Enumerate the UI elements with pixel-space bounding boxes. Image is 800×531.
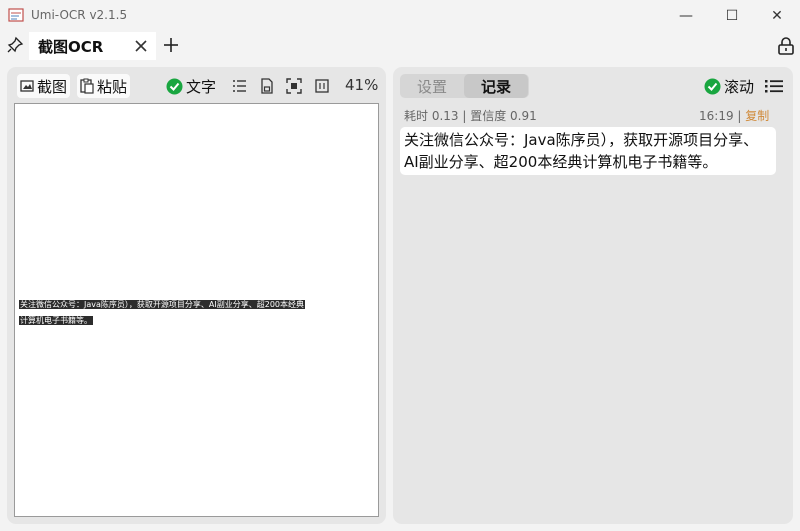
close-icon: ✕ bbox=[771, 8, 783, 24]
text-toggle-label: 文字 bbox=[186, 77, 217, 96]
window-title: Umi-OCR v2.1.5 bbox=[31, 8, 128, 22]
result-tab-switch: 设置 记录 bbox=[400, 74, 529, 98]
minimize-button[interactable]: — bbox=[663, 0, 709, 32]
pin-icon[interactable] bbox=[6, 36, 24, 54]
tab-settings[interactable]: 设置 bbox=[400, 74, 464, 98]
ocr-result-text[interactable]: 关注微信公众号：Java陈序员），获取开源项目分享、AI副业分享、超200本经典… bbox=[400, 127, 776, 175]
minimize-icon: — bbox=[679, 8, 693, 24]
paste-icon bbox=[80, 78, 94, 94]
image-toolbar: 截图 粘贴 文字 41% bbox=[7, 67, 386, 103]
zoom-level: 41% bbox=[345, 76, 379, 94]
copy-link[interactable]: 复制 bbox=[745, 109, 769, 123]
menu-icon[interactable] bbox=[764, 77, 784, 95]
record-separator: | bbox=[737, 109, 742, 123]
actual-size-icon[interactable] bbox=[313, 77, 331, 95]
check-icon bbox=[166, 78, 183, 94]
auto-scroll-label: 滚动 bbox=[724, 77, 755, 96]
image-panel: 截图 粘贴 文字 41% 关注微信公众号：Java陈序员），获取开源项目分享、A… bbox=[7, 67, 386, 524]
add-tab-icon[interactable] bbox=[162, 36, 180, 54]
record-meta: 耗时 0.13 | 置信度 0.91 bbox=[404, 109, 537, 123]
tab-label: 截图OCR bbox=[38, 37, 104, 56]
paste-label: 粘贴 bbox=[97, 77, 128, 96]
image-preview[interactable]: 关注微信公众号：Java陈序员），获取开源项目分享、AI副业分享、超200本经典… bbox=[14, 103, 379, 517]
lock-icon[interactable] bbox=[776, 36, 796, 56]
save-icon[interactable] bbox=[258, 77, 276, 95]
preview-image-text: 关注微信公众号：Java陈序员），获取开源项目分享、AI副业分享、超200本经典… bbox=[19, 297, 379, 329]
tab-bar: 截图OCR bbox=[0, 32, 800, 60]
record-time-copy: 16:19 | 复制 bbox=[699, 107, 769, 124]
title-bar: Umi-OCR v2.1.5 — ☐ ✕ bbox=[0, 0, 800, 32]
list-icon[interactable] bbox=[231, 77, 249, 95]
app-logo-icon bbox=[8, 8, 24, 22]
tab-screenshot-ocr[interactable]: 截图OCR bbox=[29, 32, 156, 60]
maximize-button[interactable]: ☐ bbox=[709, 0, 755, 32]
paste-button[interactable]: 粘贴 bbox=[77, 74, 131, 98]
text-toggle[interactable]: 文字 bbox=[166, 74, 216, 98]
close-window-button[interactable]: ✕ bbox=[754, 0, 800, 32]
auto-scroll-toggle[interactable]: 滚动 bbox=[704, 74, 754, 98]
fit-to-window-icon[interactable] bbox=[285, 77, 303, 95]
screenshot-button[interactable]: 截图 bbox=[17, 74, 71, 98]
screenshot-label: 截图 bbox=[37, 77, 68, 96]
record-clock: 16:19 bbox=[699, 109, 734, 123]
screenshot-icon bbox=[20, 80, 34, 92]
result-panel: 设置 记录 滚动 耗时 0.13 | 置信度 0.91 16:19 | 复制 关… bbox=[393, 67, 793, 524]
close-tab-icon[interactable] bbox=[132, 37, 150, 55]
tab-records[interactable]: 记录 bbox=[464, 74, 528, 98]
maximize-icon: ☐ bbox=[725, 8, 739, 24]
preview-line-2: 计算机电子书籍等。 bbox=[19, 316, 93, 325]
check-icon bbox=[704, 78, 721, 94]
result-toolbar: 设置 记录 滚动 bbox=[393, 67, 793, 103]
preview-line-1: 关注微信公众号：Java陈序员），获取开源项目分享、AI副业分享、超200本经典 bbox=[19, 300, 305, 309]
